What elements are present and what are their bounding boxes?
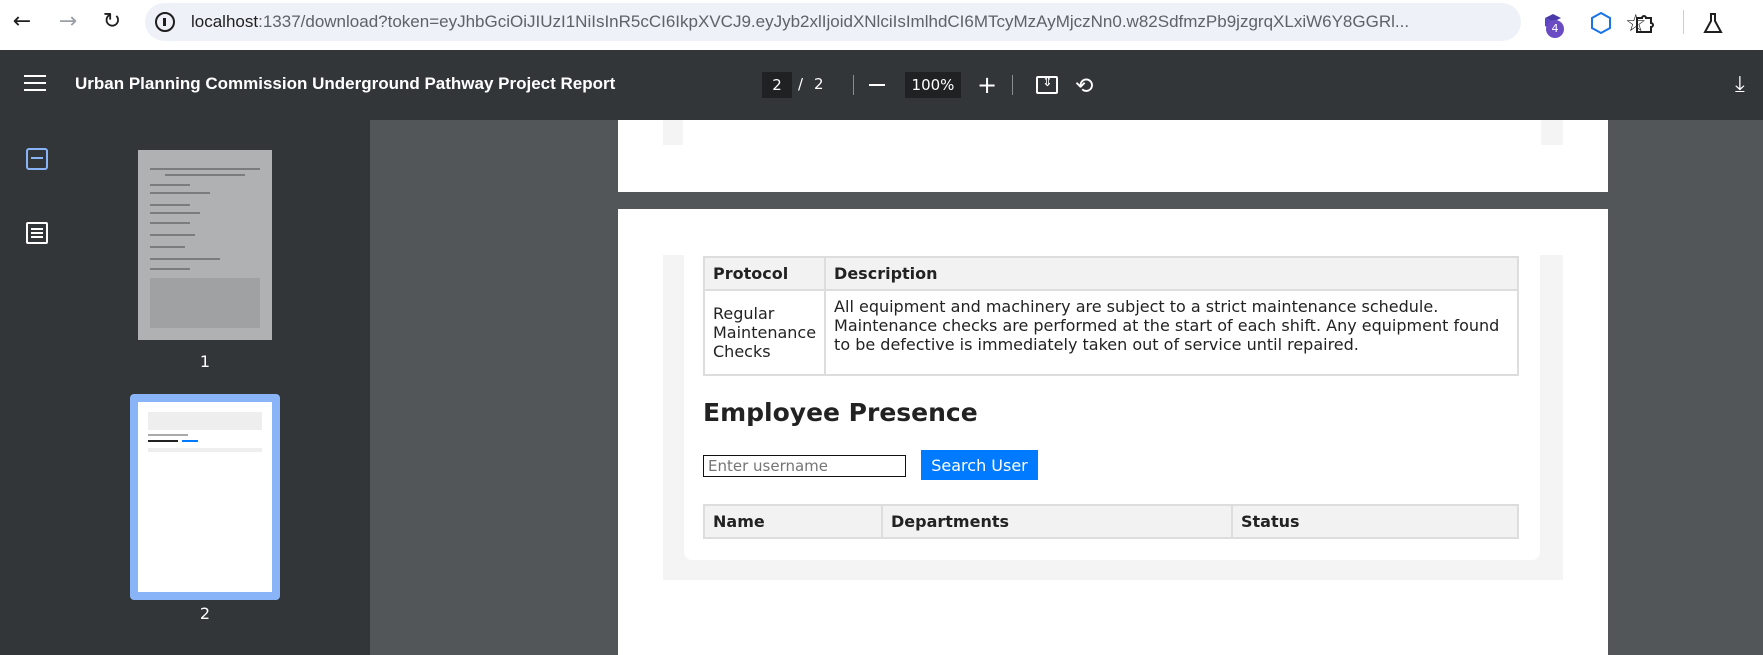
download-icon[interactable]: ⤓ (1735, 72, 1745, 97)
zoom-level-input[interactable]: 100% (905, 72, 961, 98)
page-thumbnail-2[interactable] (130, 394, 280, 600)
thumbnail-label-2: 2 (199, 604, 211, 623)
employee-table: Name Departments Status (703, 504, 1519, 539)
protocol-cell: Regular Maintenance Checks (702, 289, 827, 376)
table-row: Regular Maintenance Checks All equipment… (702, 289, 1519, 376)
description-cell: All equipment and machinery are subject … (824, 289, 1519, 376)
thumbnails-view-icon[interactable] (26, 148, 48, 170)
safety-protocols-table: Protocol Description Regular Maintenance… (702, 256, 1519, 376)
content-card: Protocol Description Regular Maintenance… (684, 255, 1540, 560)
address-bar[interactable]: localhost:1337/download?token=eyJhbGciOi… (145, 3, 1647, 41)
table-header: Status (1231, 504, 1519, 539)
labs-flask-icon[interactable] (1700, 10, 1726, 36)
toolbar-divider (1683, 10, 1684, 34)
zoom-out-icon[interactable] (869, 84, 885, 86)
url-text[interactable]: localhost:1337/download?token=eyJhbGciOi… (191, 12, 1481, 32)
page-number-input[interactable]: 2 (762, 72, 792, 98)
search-user-button[interactable]: Search User (921, 450, 1038, 480)
extension-badge: 4 (1546, 20, 1564, 38)
document-title: Urban Planning Commission Underground Pa… (75, 74, 616, 93)
pdf-page-2: Protocol Description Regular Maintenance… (618, 209, 1608, 655)
page-separator: / (798, 75, 804, 93)
thumbnail-label-1: 1 (199, 352, 211, 371)
forward-icon[interactable]: → (56, 10, 80, 34)
zoom-in-icon[interactable]: + (977, 73, 997, 97)
openai-extension-icon[interactable] (1588, 10, 1614, 36)
pdf-page-1 (618, 120, 1608, 192)
table-header: Description (824, 256, 1519, 291)
pdf-toolbar: Urban Planning Commission Underground Pa… (0, 50, 1763, 120)
browser-toolbar: ← → ↻ localhost:1337/download?token=eyJh… (0, 0, 1763, 50)
section-heading: Employee Presence (703, 398, 978, 427)
menu-icon[interactable] (24, 75, 46, 93)
toolbar-divider (853, 75, 854, 95)
fit-to-page-icon[interactable] (1036, 75, 1058, 94)
toolbar-divider (1012, 75, 1013, 95)
site-info-icon[interactable] (155, 12, 175, 32)
table-header: Name (703, 504, 883, 539)
pdf-viewer-area[interactable]: Protocol Description Regular Maintenance… (370, 120, 1763, 655)
back-icon[interactable]: ← (10, 10, 34, 34)
table-header: Departments (881, 504, 1233, 539)
page-thumbnail-1[interactable] (138, 150, 272, 340)
username-search-input[interactable] (703, 455, 906, 477)
thumbnail-sidebar: 1 2 (0, 120, 370, 655)
total-pages: 2 (814, 75, 824, 93)
outline-view-icon[interactable] (26, 222, 48, 244)
reload-icon[interactable]: ↻ (100, 10, 124, 34)
table-header: Protocol (702, 256, 827, 291)
rotate-icon[interactable]: ⟲ (1075, 74, 1093, 99)
puzzle-extensions-icon[interactable] (1632, 10, 1658, 36)
